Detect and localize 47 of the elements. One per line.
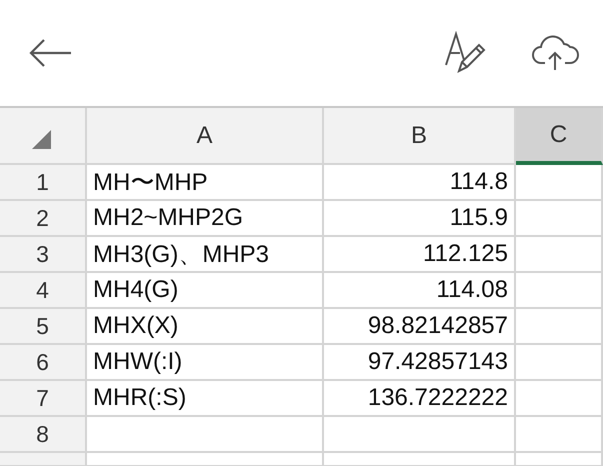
back-arrow-icon <box>28 38 72 68</box>
table-cell[interactable] <box>324 453 516 466</box>
table-cell[interactable] <box>516 345 603 381</box>
table-cell[interactable] <box>516 417 603 453</box>
edit-text-button[interactable] <box>443 31 487 75</box>
row-header[interactable]: 3 <box>0 237 87 273</box>
cloud-upload-icon <box>531 35 579 71</box>
table-cell[interactable]: MH4(G) <box>87 273 324 309</box>
row-header[interactable]: 7 <box>0 381 87 417</box>
table-cell[interactable]: MHW(:I) <box>87 345 324 381</box>
table-cell[interactable]: MHR(:S) <box>87 381 324 417</box>
table-cell[interactable]: 115.9 <box>324 201 516 237</box>
table-cell[interactable]: 98.82142857 <box>324 309 516 345</box>
column-header[interactable]: A <box>87 108 324 165</box>
row-header[interactable]: 8 <box>0 417 87 453</box>
row-header[interactable] <box>0 453 87 466</box>
table-cell[interactable] <box>516 273 603 309</box>
row-header[interactable]: 2 <box>0 201 87 237</box>
table-cell[interactable] <box>516 453 603 466</box>
row-header[interactable]: 5 <box>0 309 87 345</box>
table-cell[interactable] <box>516 165 603 201</box>
table-cell[interactable]: MH2~MHP2G <box>87 201 324 237</box>
upload-button[interactable] <box>531 35 579 71</box>
table-cell[interactable] <box>87 417 324 453</box>
row-header[interactable]: 1 <box>0 165 87 201</box>
back-button[interactable] <box>28 38 72 68</box>
table-cell[interactable]: MH3(G)、MHP3 <box>87 237 324 273</box>
table-cell[interactable] <box>516 381 603 417</box>
table-cell[interactable]: MH〜MHP <box>87 165 324 201</box>
corner-triangle-icon <box>32 130 51 149</box>
letter-pencil-icon <box>443 31 487 75</box>
table-cell[interactable] <box>516 309 603 345</box>
table-cell[interactable]: MHX(X) <box>87 309 324 345</box>
select-all-corner[interactable] <box>0 108 87 165</box>
table-cell[interactable]: 97.42857143 <box>324 345 516 381</box>
table-cell[interactable]: 112.125 <box>324 237 516 273</box>
row-header[interactable]: 4 <box>0 273 87 309</box>
table-cell[interactable] <box>516 201 603 237</box>
column-header[interactable]: B <box>324 108 516 165</box>
table-cell[interactable] <box>516 237 603 273</box>
column-header[interactable]: C <box>516 108 603 165</box>
table-cell[interactable] <box>87 453 324 466</box>
table-cell[interactable]: 114.08 <box>324 273 516 309</box>
row-header[interactable]: 6 <box>0 345 87 381</box>
table-cell[interactable]: 136.7222222 <box>324 381 516 417</box>
table-cell[interactable]: 114.8 <box>324 165 516 201</box>
table-cell[interactable] <box>324 417 516 453</box>
